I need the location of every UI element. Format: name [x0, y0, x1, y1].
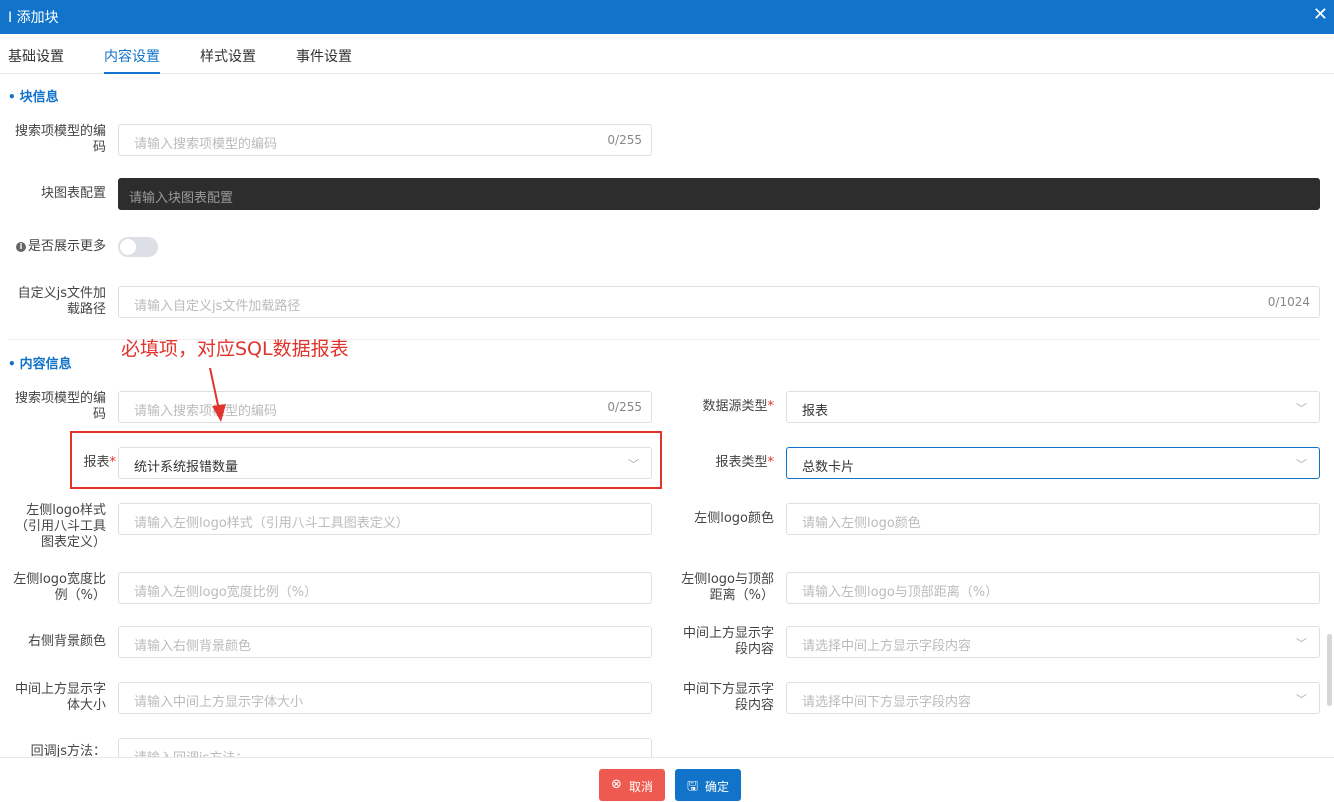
annotation-text: 必填项，对应SQL数据报表	[121, 338, 349, 360]
required-mark: *	[767, 455, 775, 470]
section-title-content-info: • 内容信息	[8, 357, 72, 372]
chevron-down-icon: ﹀	[1296, 402, 1307, 415]
section-title-block-info: • 块信息	[8, 90, 59, 105]
char-counter: 0/255	[607, 133, 642, 147]
cancel-circle-icon: ⊗	[611, 777, 622, 792]
mid-bottom-field-select[interactable]: 请选择中间下方显示字段内容 ﹀	[786, 682, 1320, 714]
form-content: • 块信息 搜索项模型的编码 请输入搜索项模型的编码 0/255 块图表配置 请输…	[0, 74, 1334, 757]
label-left-logo-style: 左侧logo样式（引用八斗工具图表定义）	[14, 503, 106, 550]
label-datasource-type: 数据源类型*	[702, 399, 775, 414]
label-chart-config: 块图表配置	[40, 186, 106, 201]
callback-js-input[interactable]: 请输入回调js方法：	[118, 738, 652, 757]
label-right-bg-color: 右侧背景颜色	[27, 634, 106, 649]
label-mid-top-field: 中间上方显示字段内容	[682, 626, 774, 657]
search-model-code-input[interactable]: 请输入搜索项模型的编码 0/255	[118, 124, 652, 156]
tab-event-settings[interactable]: 事件设置	[296, 46, 352, 66]
tab-bar: 基础设置 内容设置 样式设置 事件设置	[0, 34, 1334, 74]
label-report-type: 报表类型*	[715, 455, 775, 470]
report-type-select[interactable]: 总数卡片 ﹀	[786, 447, 1320, 479]
close-icon[interactable]: ✕	[1313, 4, 1328, 25]
mid-top-font-input[interactable]: 请输入中间上方显示字体大小	[118, 682, 652, 714]
required-mark: *	[767, 399, 775, 414]
label-callback-js: 回调js方法：	[30, 744, 106, 757]
right-bg-color-input[interactable]: 请输入右侧背景颜色	[118, 626, 652, 658]
content-search-model-code-input[interactable]: 请输入搜索项模型的编码 0/255	[118, 391, 652, 423]
dialog-titlebar: I 添加块 ✕	[0, 0, 1334, 34]
scrollbar-thumb[interactable]	[1327, 634, 1332, 706]
label-left-logo-top: 左侧logo与顶部距离（%）	[681, 572, 774, 603]
label-search-model-code: 搜索项模型的编码	[14, 124, 106, 155]
dialog-title: I 添加块	[8, 10, 59, 26]
left-logo-width-input[interactable]: 请输入左侧logo宽度比例（%）	[118, 572, 652, 604]
bullet-icon: •	[8, 90, 16, 104]
chevron-down-icon: ﹀	[1296, 458, 1307, 471]
annotation-arrow-icon	[209, 367, 226, 422]
show-more-toggle[interactable]	[118, 237, 158, 257]
chevron-down-icon: ﹀	[1296, 637, 1307, 650]
confirm-button[interactable]: 🖫 确定	[675, 769, 741, 801]
left-logo-style-input[interactable]: 请输入左侧logo样式（引用八斗工具图表定义）	[118, 503, 652, 535]
tab-content-settings[interactable]: 内容设置	[104, 46, 160, 66]
tab-basic-settings[interactable]: 基础设置	[8, 46, 64, 66]
custom-js-path-input[interactable]: 请输入自定义js文件加载路径 0/1024	[118, 286, 1320, 318]
annotation-highlight-box	[70, 431, 662, 489]
label-show-more: i 是否展示更多	[6, 239, 106, 255]
label-mid-bottom-field: 中间下方显示字段内容	[682, 682, 774, 713]
datasource-type-select[interactable]: 报表 ﹀	[786, 391, 1320, 423]
chevron-down-icon: ﹀	[1296, 693, 1307, 706]
info-icon: i	[15, 242, 26, 252]
chart-config-editor[interactable]: 请输入块图表配置	[118, 178, 1320, 210]
label-mid-top-font: 中间上方显示字体大小	[14, 682, 106, 713]
toggle-knob	[120, 239, 136, 255]
left-logo-color-input[interactable]: 请输入左侧logo颜色	[786, 503, 1320, 535]
left-logo-top-input[interactable]: 请输入左侧logo与顶部距离（%）	[786, 572, 1320, 604]
cancel-button[interactable]: ⊗ 取消	[599, 769, 665, 801]
char-counter: 0/255	[607, 400, 642, 414]
tab-style-settings[interactable]: 样式设置	[200, 46, 256, 66]
label-content-search-model-code: 搜索项模型的编码	[14, 391, 106, 422]
char-counter: 0/1024	[1267, 295, 1310, 309]
label-left-logo-color: 左侧logo颜色	[694, 511, 774, 526]
label-left-logo-width: 左侧logo宽度比例（%）	[13, 572, 106, 603]
label-custom-js-path: 自定义js文件加载路径	[17, 286, 106, 317]
mid-top-field-select[interactable]: 请选择中间上方显示字段内容 ﹀	[786, 626, 1320, 658]
dialog-footer: ⊗ 取消 🖫 确定	[0, 757, 1334, 802]
bullet-icon: •	[8, 357, 16, 371]
save-icon: 🖫	[687, 779, 699, 794]
